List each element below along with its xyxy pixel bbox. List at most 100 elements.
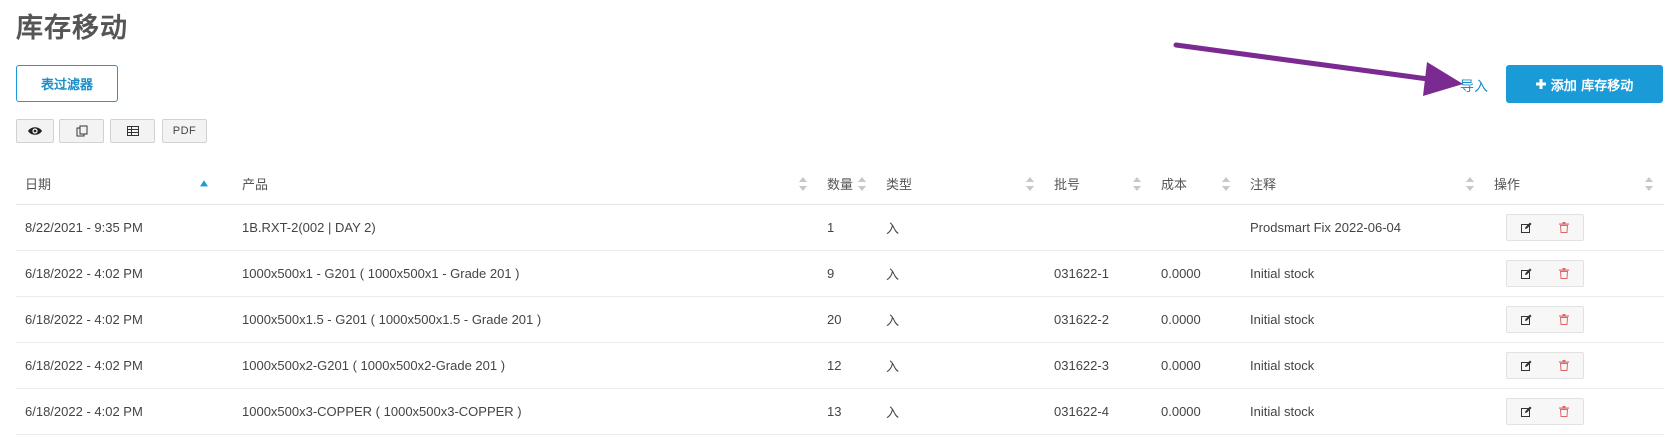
column-header-date[interactable]: 日期: [16, 163, 233, 204]
trash-icon: [1559, 268, 1569, 279]
inventory-movement-table: 日期 产品 数量 类型 批号 成本 注释 操作 8/22/2021 - 9:35…: [16, 163, 1664, 435]
edit-button[interactable]: [1507, 261, 1545, 286]
column-header-batch[interactable]: 批号: [1045, 163, 1152, 204]
cell-type: 入: [886, 221, 900, 236]
edit-icon: [1520, 314, 1531, 325]
sort-icon: [858, 176, 866, 191]
table-row: 6/18/2022 - 4:02 PM 1000x500x1.5 - G201 …: [16, 297, 1664, 343]
sort-ascending-icon: [200, 179, 208, 186]
cell-cost: 0.0000: [1161, 404, 1201, 419]
export-pdf-button[interactable]: PDF: [162, 119, 207, 143]
cell-note: Initial stock: [1250, 266, 1315, 281]
cell-batch: 031622-4: [1054, 404, 1109, 419]
column-label: 操作: [1494, 178, 1521, 193]
cell-actions: [1485, 297, 1664, 342]
cell-quantity: 20: [827, 312, 842, 327]
row-action-group: [1506, 214, 1584, 241]
edit-button[interactable]: [1507, 399, 1545, 424]
row-action-group: [1506, 352, 1584, 379]
table-header-row: 日期 产品 数量 类型 批号 成本 注释 操作: [16, 163, 1664, 205]
sort-icon: [799, 176, 807, 191]
edit-icon: [1520, 406, 1531, 417]
eye-icon: [28, 127, 42, 135]
edit-icon: [1520, 268, 1531, 279]
column-header-quantity[interactable]: 数量: [818, 163, 877, 204]
cell-note: Initial stock: [1250, 358, 1315, 373]
cell-batch: 031622-2: [1054, 312, 1109, 327]
column-header-type[interactable]: 类型: [877, 163, 1045, 204]
column-label: 批号: [1054, 178, 1081, 193]
edit-icon: [1520, 360, 1531, 371]
cell-date: 8/22/2021 - 9:35 PM: [25, 220, 143, 235]
cell-actions: [1485, 343, 1664, 388]
import-link[interactable]: 导入: [1460, 76, 1488, 96]
cell-type: 入: [886, 405, 900, 420]
table-row: 8/22/2021 - 9:35 PM 1B.RXT-2(002 | DAY 2…: [16, 205, 1664, 251]
page-title: 库存移动: [16, 13, 128, 44]
trash-icon: [1559, 314, 1569, 325]
cell-actions: [1485, 389, 1664, 434]
trash-icon: [1559, 360, 1569, 371]
delete-button[interactable]: [1545, 215, 1583, 240]
edit-button[interactable]: [1507, 353, 1545, 378]
column-header-note[interactable]: 注释: [1241, 163, 1485, 204]
trash-icon: [1559, 406, 1569, 417]
delete-button[interactable]: [1545, 261, 1583, 286]
cell-product: 1000x500x3-COPPER ( 1000x500x3-COPPER ): [242, 404, 522, 419]
copy-icon: [76, 125, 87, 137]
column-label: 日期: [25, 178, 52, 193]
edit-button[interactable]: [1507, 215, 1545, 240]
cell-note: Prodsmart Fix 2022-06-04: [1250, 220, 1402, 235]
cell-quantity: 13: [827, 404, 842, 419]
cell-batch: 031622-1: [1054, 266, 1109, 281]
toggle-columns-button[interactable]: [16, 119, 54, 143]
sort-icon: [1026, 176, 1034, 191]
cell-batch: 031622-3: [1054, 358, 1109, 373]
cell-cost: 0.0000: [1161, 312, 1201, 327]
cell-actions: [1485, 251, 1664, 296]
column-header-cost[interactable]: 成本: [1152, 163, 1241, 204]
table-row: 6/18/2022 - 4:02 PM 1000x500x3-COPPER ( …: [16, 389, 1664, 435]
column-label: 成本: [1161, 178, 1188, 193]
column-label: 注释: [1250, 178, 1277, 193]
cell-batch: [1045, 205, 1152, 250]
column-label: 数量: [827, 178, 854, 193]
cell-quantity: 1: [827, 220, 835, 235]
row-action-group: [1506, 306, 1584, 333]
column-header-actions[interactable]: 操作: [1485, 163, 1664, 204]
cell-quantity: 9: [827, 266, 835, 281]
delete-button[interactable]: [1545, 353, 1583, 378]
table-filter-button[interactable]: 表过滤器: [16, 65, 118, 102]
cell-type: 入: [886, 359, 900, 374]
edit-button[interactable]: [1507, 307, 1545, 332]
sort-icon: [1466, 176, 1474, 191]
cell-note: Initial stock: [1250, 404, 1315, 419]
table-row: 6/18/2022 - 4:02 PM 1000x500x1 - G201 ( …: [16, 251, 1664, 297]
cell-date: 6/18/2022 - 4:02 PM: [25, 312, 143, 327]
cell-type: 入: [886, 313, 900, 328]
cell-note: Initial stock: [1250, 312, 1315, 327]
column-label: 产品: [242, 178, 269, 193]
cell-date: 6/18/2022 - 4:02 PM: [25, 358, 143, 373]
table-row: 6/18/2022 - 4:02 PM 1000x500x2-G201 ( 10…: [16, 343, 1664, 389]
export-excel-button[interactable]: [110, 119, 155, 143]
edit-icon: [1520, 222, 1531, 233]
cell-product: 1B.RXT-2(002 | DAY 2): [242, 220, 376, 235]
add-button-label: 添加 库存移动: [1550, 78, 1634, 94]
cell-product: 1000x500x1 - G201 ( 1000x500x1 - Grade 2…: [242, 266, 520, 281]
delete-button[interactable]: [1545, 399, 1583, 424]
row-action-group: [1506, 398, 1584, 425]
sort-icon: [1133, 176, 1141, 191]
cell-product: 1000x500x2-G201 ( 1000x500x2-Grade 201 ): [242, 358, 506, 373]
copy-button[interactable]: [59, 119, 104, 143]
cell-cost: 0.0000: [1161, 266, 1201, 281]
cell-product: 1000x500x1.5 - G201 ( 1000x500x1.5 - Gra…: [242, 312, 542, 327]
delete-button[interactable]: [1545, 307, 1583, 332]
add-inventory-movement-button[interactable]: 添加 库存移动: [1506, 65, 1663, 103]
sort-icon: [1645, 176, 1653, 191]
cell-date: 6/18/2022 - 4:02 PM: [25, 266, 143, 281]
cell-type: 入: [886, 267, 900, 282]
sort-icon: [1222, 176, 1230, 191]
column-header-product[interactable]: 产品: [233, 163, 818, 204]
column-label: 类型: [886, 178, 913, 193]
